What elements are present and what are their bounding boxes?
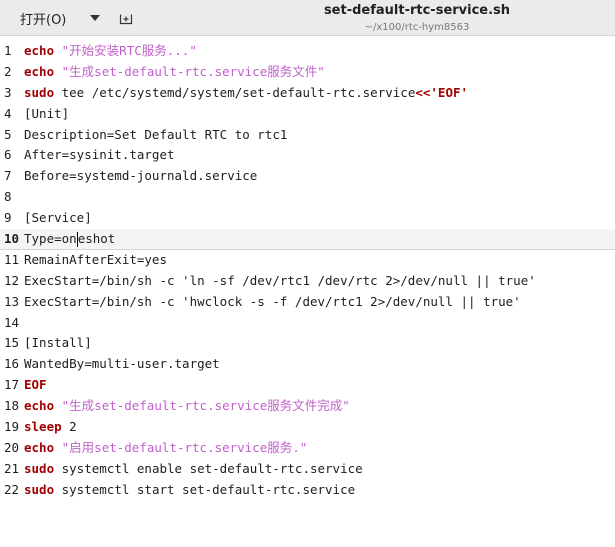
chevron-down-icon[interactable] — [90, 15, 100, 21]
line-number: 8 — [4, 189, 12, 205]
line-number: 4 — [4, 105, 12, 121]
line-number: 10 — [4, 231, 20, 247]
line-number: 18 — [4, 398, 20, 414]
code-token: [Install] — [24, 335, 92, 351]
code-token: << — [415, 84, 431, 100]
document-title: set-default-rtc-service.sh — [323, 3, 511, 18]
code-token: After=sysinit.target — [24, 147, 175, 163]
code-token: [Unit] — [24, 105, 70, 121]
string-token: "生成set-default-rtc.service服务文件" — [61, 63, 325, 79]
code-line[interactable]: 6 After=sysinit.target — [0, 145, 615, 166]
line-number: 21 — [4, 460, 20, 476]
line-number: 15 — [4, 335, 20, 351]
keyword-token: EOF — [24, 377, 47, 393]
code-line[interactable]: 14 — [0, 313, 615, 334]
code-line[interactable]: 13 ExecStart=/bin/sh -c 'hwclock -s -f /d… — [0, 292, 615, 313]
code-line[interactable]: 5 Description=Set Default RTC to rtc1 — [0, 125, 615, 146]
code-line[interactable]: 17 EOF — [0, 375, 615, 396]
keyword-token: echo — [24, 63, 55, 79]
code-token: RemainAfterExit=yes — [24, 251, 167, 267]
line-number: 9 — [4, 210, 12, 226]
code-token: systemctl start set-default-rtc.service — [54, 481, 356, 497]
code-line[interactable]: 19 sleep 2 — [0, 417, 615, 438]
code-token: Before=systemd-journald.service — [24, 168, 258, 184]
code-line[interactable]: 8 — [0, 187, 615, 208]
code-token: Description=Set Default RTC to rtc1 — [24, 126, 288, 142]
string-token: 'EOF' — [430, 84, 469, 100]
code-token: tee /etc/systemd/system/set-default-rtc.… — [54, 84, 416, 100]
line-number: 12 — [4, 272, 20, 288]
code-token: WantedBy=multi-user.target — [24, 356, 220, 372]
code-line[interactable]: 3 sudo tee /etc/systemd/system/set-defaul… — [0, 83, 615, 104]
keyword-token: echo — [24, 439, 55, 455]
line-number: 3 — [4, 84, 12, 100]
line-number: 7 — [4, 168, 12, 184]
code-line[interactable]: 21 sudo systemctl enable set-default-rtc.… — [0, 459, 615, 480]
line-number: 16 — [4, 356, 20, 372]
line-number: 11 — [4, 251, 20, 267]
keyword-token: echo — [24, 398, 55, 414]
line-number: 1 — [4, 43, 12, 58]
code-line[interactable]: 4 [Unit] — [0, 104, 615, 125]
text-editor[interactable]: 1 echo "开始安装RTC服务..." 2 echo "生成set-default… — [0, 36, 615, 547]
document-path: ~/x100/rtc-hym8563 — [364, 22, 470, 33]
code-line[interactable]: 20 echo "启用set-default-rtc.service服务." — [0, 438, 615, 459]
line-number: 22 — [4, 481, 20, 497]
code-line[interactable]: 16 WantedBy=multi-user.target — [0, 354, 615, 375]
code-line[interactable]: 9 [Service] — [0, 208, 615, 229]
code-token: [Service] — [24, 210, 92, 226]
code-line[interactable]: 11 RemainAfterExit=yes — [0, 250, 615, 271]
line-number: 13 — [4, 293, 20, 309]
line-number: 2 — [4, 63, 12, 79]
code-line[interactable]: 2 echo "生成set-default-rtc.service服务文件" — [0, 62, 615, 83]
line-number: 19 — [4, 419, 20, 435]
code-line[interactable]: 1 echo "开始安装RTC服务..." — [0, 41, 615, 62]
code-token: Type=on — [24, 231, 77, 247]
code-line[interactable]: 22 sudo systemctl start set-default-rtc.s… — [0, 480, 615, 501]
header-bar: 打开(O) set-default-rtc-service.sh ~/x100/… — [0, 0, 615, 36]
title-block: set-default-rtc-service.sh ~/x100/rtc-hy… — [260, 3, 574, 35]
string-token: "开始安装RTC服务..." — [61, 43, 197, 58]
code-line[interactable]: 12 ExecStart=/bin/sh -c 'ln -sf /dev/rtc1… — [0, 271, 615, 292]
code-token: 2 — [61, 419, 77, 435]
string-token: "生成set-default-rtc.service服务文件完成" — [61, 398, 350, 414]
keyword-token: sudo — [24, 84, 55, 100]
line-number: 6 — [4, 147, 12, 163]
keyword-token: sudo — [24, 481, 55, 497]
code-token: ExecStart=/bin/sh -c 'ln -sf /dev/rtc1 /… — [24, 272, 536, 288]
code-token: eshot — [77, 231, 116, 247]
new-tab-button[interactable] — [116, 8, 136, 28]
code-line[interactable]: 15 [Install] — [0, 333, 615, 354]
line-number: 5 — [4, 126, 12, 142]
code-line[interactable]: 18 echo "生成set-default-rtc.service服务文件完成" — [0, 396, 615, 417]
line-number: 17 — [4, 377, 20, 393]
code-token: systemctl enable set-default-rtc.service — [54, 460, 363, 476]
open-button[interactable]: 打开(O) — [6, 4, 110, 32]
keyword-token: echo — [24, 43, 55, 58]
new-tab-icon — [119, 14, 133, 25]
line-number: 20 — [4, 439, 20, 455]
keyword-token: sleep — [24, 419, 62, 435]
string-token: "启用set-default-rtc.service服务." — [61, 439, 308, 455]
open-button-label: 打开(O) — [20, 12, 67, 28]
code-line[interactable]: 10 Type=oneshot — [0, 229, 615, 250]
keyword-token: sudo — [24, 460, 55, 476]
line-number: 14 — [4, 314, 20, 330]
code-lines[interactable]: 1 echo "开始安装RTC服务..." 2 echo "生成set-default… — [0, 41, 615, 501]
code-token: ExecStart=/bin/sh -c 'hwclock -s -f /dev… — [24, 293, 521, 309]
code-line[interactable]: 7 Before=systemd-journald.service — [0, 166, 615, 187]
